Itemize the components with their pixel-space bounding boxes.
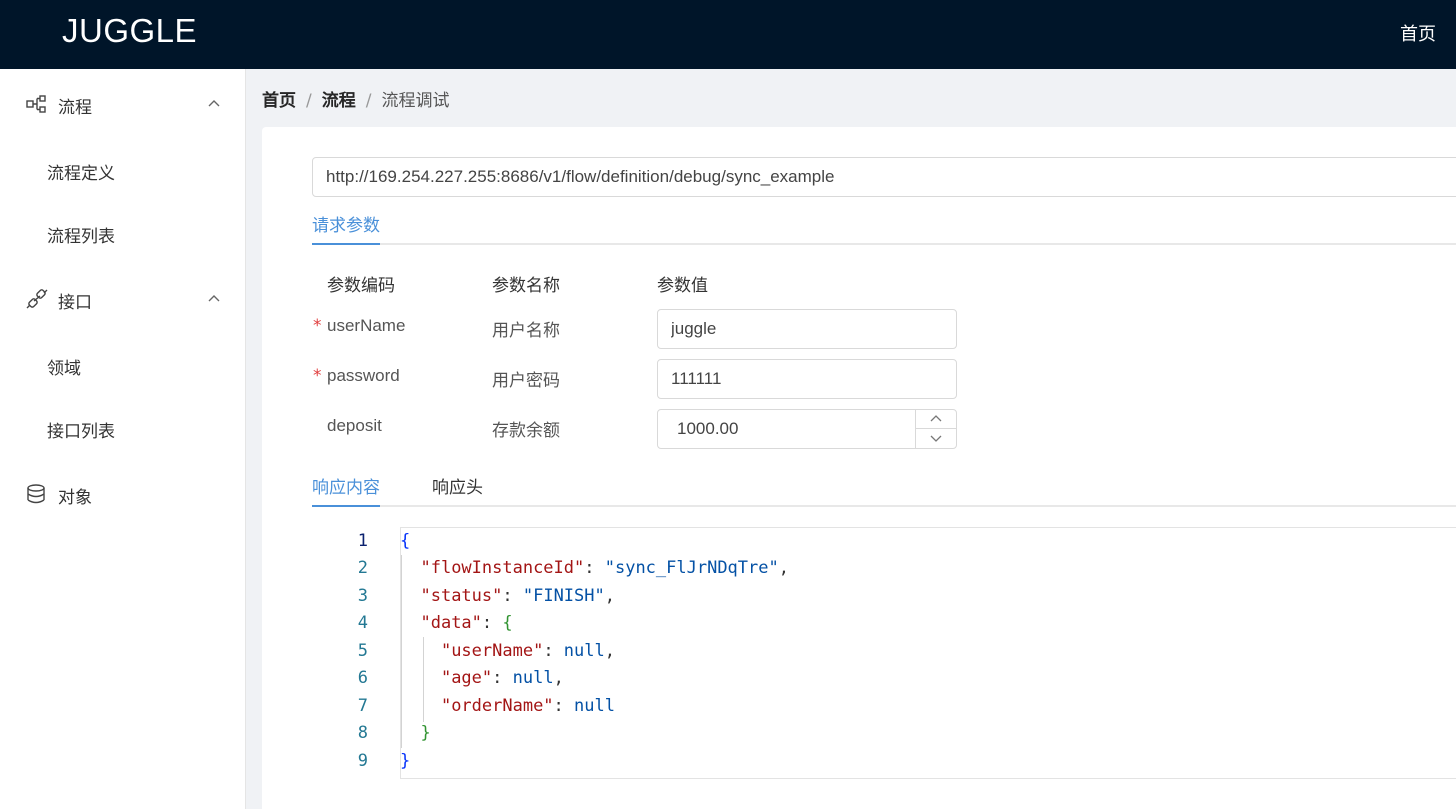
param-value-input-password[interactable] bbox=[658, 360, 956, 398]
param-header-name: 参数名称 bbox=[492, 276, 560, 296]
code-line: } bbox=[420, 723, 431, 743]
param-name: 用户名称 bbox=[492, 321, 560, 341]
sidebar-group-api[interactable]: 接口 bbox=[0, 279, 245, 319]
sidebar-group-object[interactable]: 对象 bbox=[0, 474, 245, 514]
code-line: "orderName": null bbox=[440, 696, 615, 716]
code-line: } bbox=[400, 751, 411, 771]
line-number: 7 bbox=[357, 696, 368, 716]
sidebar-item-domain[interactable]: 领域 bbox=[47, 354, 81, 379]
url-input-box bbox=[312, 157, 1456, 197]
param-value-input-deposit[interactable] bbox=[658, 410, 916, 448]
param-name: 用户密码 bbox=[492, 371, 560, 391]
sidebar-group-label: 流程 bbox=[58, 98, 92, 118]
app-logo[interactable]: JUGGLE bbox=[62, 12, 197, 50]
tab-response-headers[interactable]: 响应头 bbox=[432, 473, 483, 507]
top-header: JUGGLE 首页 bbox=[0, 0, 1456, 69]
required-mark: * bbox=[313, 316, 322, 336]
stepper-decrement-button[interactable] bbox=[916, 429, 956, 448]
code-line: "userName": null, bbox=[440, 641, 615, 661]
response-code-editor[interactable]: 1 2 3 4 5 6 7 8 9 { "flowInstanceId": "s… bbox=[312, 527, 1456, 779]
breadcrumb-flow[interactable]: 流程 bbox=[322, 86, 356, 111]
sidebar-item-flow-definition[interactable]: 流程定义 bbox=[47, 159, 115, 184]
header-home-link[interactable]: 首页 bbox=[1400, 20, 1436, 46]
breadcrumb-separator: / bbox=[306, 91, 312, 111]
code-line: { bbox=[400, 531, 411, 551]
line-number: 1 bbox=[357, 531, 368, 551]
sidebar-group-label: 接口 bbox=[58, 293, 92, 313]
param-header-value: 参数值 bbox=[657, 276, 708, 296]
code-line: "age": null, bbox=[440, 668, 564, 688]
line-number: 9 bbox=[357, 751, 368, 771]
breadcrumb-separator: / bbox=[365, 91, 372, 111]
main-content: 请求参数 参数编码 参数名称 参数值 * userName 用户名称 * pas… bbox=[262, 127, 1456, 809]
line-number: 8 bbox=[357, 723, 368, 743]
line-number: 4 bbox=[357, 613, 368, 633]
param-code: userName bbox=[327, 316, 406, 335]
database-icon bbox=[26, 484, 48, 504]
sidebar-group-label: 对象 bbox=[58, 488, 92, 508]
param-code: deposit bbox=[327, 416, 382, 435]
url-input[interactable] bbox=[313, 158, 1456, 196]
stepper-increment-button[interactable] bbox=[916, 410, 956, 429]
breadcrumb: 首页 / 流程 / 流程调试 bbox=[262, 86, 449, 111]
line-number: 2 bbox=[357, 558, 368, 578]
tab-response-body[interactable]: 响应内容 bbox=[312, 473, 380, 507]
chevron-down-icon bbox=[930, 435, 942, 442]
sidebar: 流程 流程定义 流程列表 接口 领域 接口列表 对象 bbox=[0, 69, 246, 809]
line-number: 3 bbox=[357, 586, 368, 606]
line-number: 5 bbox=[357, 641, 368, 661]
response-tabs: 响应内容 响应头 bbox=[312, 469, 1456, 507]
request-tabs: 请求参数 bbox=[312, 207, 1456, 245]
breadcrumb-home[interactable]: 首页 bbox=[262, 86, 296, 111]
sidebar-item-flow-list[interactable]: 流程列表 bbox=[47, 222, 115, 247]
breadcrumb-current: 流程调试 bbox=[381, 91, 450, 111]
code-line: "status": "FINISH", bbox=[420, 586, 615, 606]
required-mark: * bbox=[313, 366, 322, 386]
sidebar-group-flow[interactable]: 流程 bbox=[0, 84, 245, 124]
chevron-up-icon bbox=[930, 415, 942, 422]
code-line: "flowInstanceId": "sync_FlJrNDqTre", bbox=[420, 558, 789, 578]
param-value-field bbox=[657, 359, 957, 399]
param-name: 存款余额 bbox=[492, 421, 560, 441]
chevron-up-icon bbox=[207, 96, 221, 110]
line-number: 6 bbox=[357, 668, 368, 688]
code-line: "data": { bbox=[420, 613, 513, 633]
param-value-input-username[interactable] bbox=[658, 310, 956, 348]
api-link-icon bbox=[26, 289, 48, 309]
flow-icon bbox=[26, 94, 48, 114]
param-value-field bbox=[657, 309, 957, 349]
param-header-code: 参数编码 bbox=[327, 276, 395, 296]
param-code: password bbox=[327, 366, 400, 385]
tab-request-params[interactable]: 请求参数 bbox=[312, 211, 380, 245]
chevron-up-icon bbox=[207, 291, 221, 305]
param-value-field bbox=[657, 409, 957, 449]
quantity-stepper bbox=[915, 410, 956, 448]
sidebar-item-api-list[interactable]: 接口列表 bbox=[47, 417, 115, 442]
